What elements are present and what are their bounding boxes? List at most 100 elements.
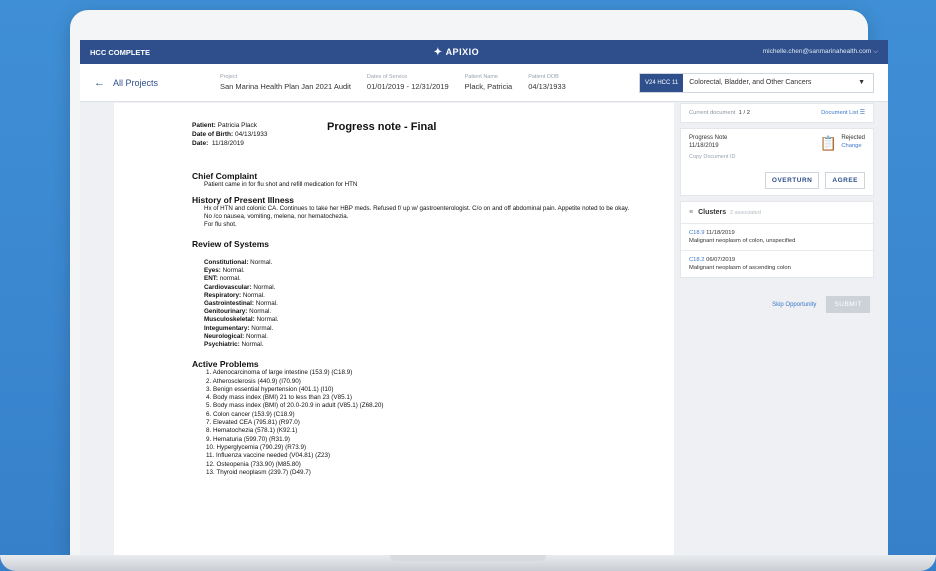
review-panel: Current document 1 / 2 Document List ☰ P…: [680, 103, 874, 558]
ros-key: Constitutional:: [204, 259, 249, 266]
problem-item: 3. Benign essential hypertension (401.1)…: [206, 385, 334, 393]
ros-value: normal.: [219, 275, 241, 283]
apixio-logo-icon: ✦: [433, 46, 443, 58]
doc-date: 11/18/2019: [211, 140, 244, 147]
top-bar: HCC COMPLETE ✦ APIXIO michelle.chen@sanm…: [80, 40, 888, 64]
active-problems-list: 1. Adenocarcinoma of large intestine (15…: [192, 369, 634, 477]
ros-key: Respiratory:: [204, 291, 242, 299]
problem-item: 6. Colon cancer (153.9) (C18.9): [206, 410, 295, 418]
ros-item: Respiratory: Normal.: [204, 292, 634, 300]
submit-row: Skip Opportunity SUBMIT: [680, 296, 874, 313]
ros-value: Normal.: [241, 341, 264, 349]
arrow-left-icon: ←: [94, 76, 105, 89]
ros-key: Eyes:: [204, 267, 221, 275]
filter-icon: ≡: [689, 209, 694, 216]
ros-value: Normal.: [251, 324, 274, 332]
document-list-link[interactable]: Document List ☰: [821, 110, 865, 116]
ros-item: Cardiovascular: Normal.: [204, 284, 634, 292]
status-row: Progress Note 11/18/2019 Copy Document I…: [689, 135, 865, 160]
cluster-code-line: C18.9 11/18/2019: [689, 230, 865, 236]
current-document-label: Current document: [689, 110, 736, 116]
chief-complaint-text: Patient came in for flu shot and refill …: [204, 181, 358, 188]
hcc-selected-value: Colorectal, Bladder, and Other Cancers: [689, 79, 812, 86]
all-projects-label: All Projects: [113, 77, 159, 88]
chief-complaint-heading: Chief Complaint: [192, 171, 258, 181]
project-value: San Marina Health Plan Jan 2021 Audit: [220, 82, 351, 91]
ros-key: Cardiovascular:: [204, 283, 252, 291]
document-status-card: Progress Note 11/18/2019 Copy Document I…: [680, 128, 874, 196]
active-problems-heading: Active Problems: [192, 359, 259, 370]
clusters-label: Clusters: [698, 209, 727, 216]
cluster-item[interactable]: C18.9 11/18/2019 Malignant neoplasm of c…: [681, 223, 873, 250]
problem-item: 8. Hematochezia (578.1) (K92.1): [206, 427, 298, 435]
overturn-button[interactable]: OVERTURN: [764, 172, 820, 189]
copy-document-id-link[interactable]: Copy Document ID: [689, 154, 735, 160]
ros-key: Musculoskeletal:: [204, 316, 255, 324]
patient-name-field: Patient Name Plack, Patricia: [465, 74, 513, 91]
document-viewer[interactable]: Patient: Patricia Plack Date of Birth: 0…: [114, 103, 674, 558]
problem-item: 2. Atherosclerosis (440.9) (I70.90): [206, 377, 301, 385]
cluster-item[interactable]: C18.2 06/07/2019 Malignant neoplasm of a…: [681, 250, 873, 277]
change-status-link[interactable]: Change: [841, 143, 865, 149]
product-name: HCC COMPLETE: [90, 47, 150, 57]
clusters-title: Clusters 2 associated: [698, 209, 761, 216]
doc-dob: 04/13/1933: [234, 131, 268, 138]
ros-item: ENT: normal.: [204, 275, 634, 283]
cluster-description: Malignant neoplasm of ascending colon: [689, 265, 791, 271]
logo-text: APIXIO: [445, 47, 480, 57]
document-nav-card: Current document 1 / 2 Document List ☰: [680, 103, 874, 123]
status-block: 📋 Rejected Change: [820, 135, 865, 160]
ros-item: Eyes: Normal.: [204, 267, 634, 275]
ros-item: Integumentary: Normal.: [204, 325, 634, 333]
ros-value: Normal.: [250, 259, 273, 266]
problem-item: 4. Body mass index (BMI) 21 to less than…: [206, 394, 352, 402]
user-menu[interactable]: michelle.chen@sanmarinahealth.com ⌵: [763, 48, 878, 56]
decision-buttons: OVERTURN AGREE: [689, 172, 865, 189]
project-info-bar: ← All Projects Project San Marina Health…: [80, 64, 888, 102]
ros-key: Gastrointestinal:: [204, 300, 255, 308]
date-line: Date: 11/18/2019: [192, 140, 244, 147]
current-document: Current document 1 / 2: [689, 110, 750, 116]
ros-value: Normal.: [255, 300, 278, 308]
list-icon: ☰: [859, 110, 865, 116]
patient-dob-field: Patient DOB 04/13/1933: [528, 74, 566, 91]
ros-key: Psychiatric:: [204, 341, 240, 349]
patient-name-label: Patient Name: [464, 74, 498, 80]
ros-list: Constitutional: Normal. Eyes: Normal. EN…: [192, 259, 634, 349]
ros-heading: Review of Systems: [192, 239, 270, 249]
ros-item: Gastrointestinal: Normal.: [204, 300, 634, 308]
submit-button[interactable]: SUBMIT: [826, 296, 870, 313]
ros-key: Integumentary:: [204, 324, 250, 332]
note-date: 11/18/2019: [689, 142, 719, 149]
ros-key: Genitourinary:: [204, 308, 248, 316]
patient-dob-label: Patient DOB: [528, 74, 559, 80]
ros-value: Normal.: [253, 283, 276, 291]
app-screen: HCC COMPLETE ✦ APIXIO michelle.chen@sanm…: [80, 40, 888, 558]
document-nav-row: Current document 1 / 2 Document List ☰: [689, 110, 865, 116]
document-title: Progress note - Final: [327, 121, 437, 133]
dos-label: Dates of Service: [366, 74, 408, 80]
agree-button[interactable]: AGREE: [825, 172, 865, 189]
patient-name-value: Plack, Patricia: [464, 82, 513, 91]
clusters-count: 2 associated: [730, 210, 761, 216]
problem-item: 9. Hematuria (599.70) (R31.9): [206, 435, 290, 443]
ros-key: Neurological:: [204, 332, 245, 340]
document-position: 1 / 2: [738, 110, 750, 116]
problem-item: 12. Osteopenia (733.90) (M85.80): [206, 460, 301, 468]
ros-item: Genitourinary: Normal.: [204, 308, 634, 316]
cluster-description: Malignant neoplasm of colon, unspecified: [689, 238, 796, 244]
ros-item: Neurological: Normal.: [204, 333, 634, 341]
ros-value: Normal.: [256, 316, 279, 324]
cluster-date: 06/07/2019: [706, 257, 736, 263]
hcc-dropdown[interactable]: V24 HCC 11 Colorectal, Bladder, and Othe…: [639, 72, 874, 93]
hpi-heading: History of Present Illness: [192, 195, 295, 205]
all-projects-link[interactable]: ← All Projects: [94, 77, 204, 89]
user-email: michelle.chen@sanmarinahealth.com: [762, 48, 872, 55]
patient-dob-value: 04/13/1933: [528, 82, 566, 91]
skip-opportunity-link[interactable]: Skip Opportunity: [772, 302, 816, 308]
ros-item: Constitutional: Normal.: [204, 259, 634, 267]
problem-item: 10. Hyperglycemia (790.29) (R73.9): [206, 443, 307, 451]
status-text: Rejected Change: [841, 135, 865, 149]
document-header: Patient: Patricia Plack Date of Birth: 0…: [192, 121, 634, 165]
problem-item: 1. Adenocarcinoma of large intestine (15…: [206, 369, 353, 377]
